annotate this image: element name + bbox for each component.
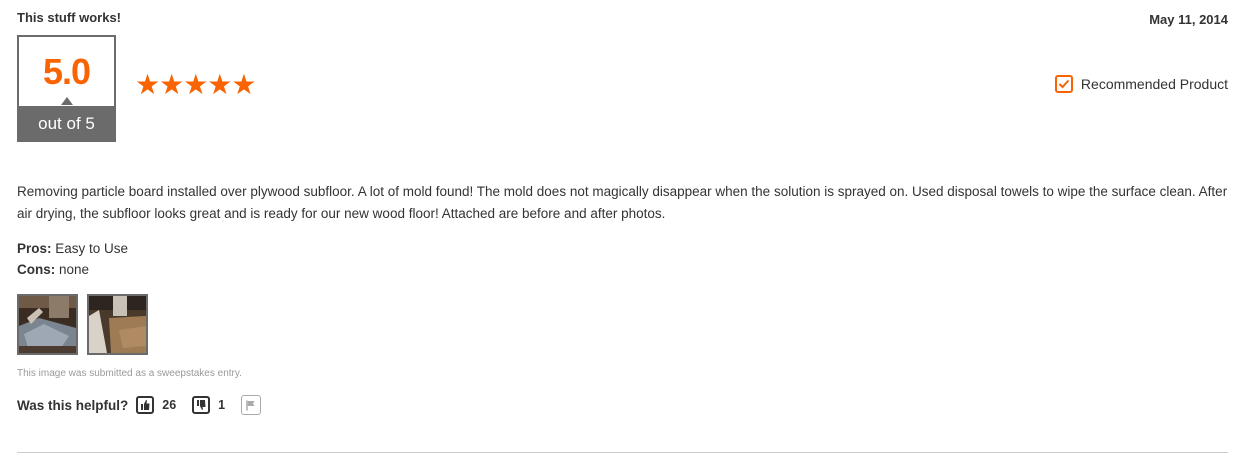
review-title: This stuff works!	[17, 10, 122, 25]
review-body: Removing particle board installed over p…	[17, 184, 1228, 221]
helpful-bar: Was this helpful? 26 1	[17, 395, 262, 415]
score-value: 5.0	[42, 51, 91, 92]
pros-cons: Pros: Easy to Use Cons: none	[17, 238, 128, 280]
thumbs-up-icon[interactable]	[136, 396, 155, 414]
sweepstakes-note: This image was submitted as a sweepstake…	[17, 368, 242, 379]
pros-value: Easy to Use	[55, 241, 129, 256]
cons-label: Cons:	[17, 262, 56, 277]
star-rating: ★★★★★	[135, 69, 257, 100]
score-caption: out of 5	[17, 106, 116, 142]
photo-thumbnail-before[interactable]	[17, 294, 78, 355]
pros-row: Pros: Easy to Use	[17, 238, 128, 259]
checkbox-check-icon	[1054, 75, 1073, 93]
review-photos	[17, 294, 148, 355]
cons-value: none	[59, 262, 90, 277]
review-date: May 11, 2014	[1149, 12, 1228, 27]
thumbs-down-icon[interactable]	[192, 396, 211, 414]
score-notch	[61, 97, 73, 105]
recommended-label: Recommended Product	[1080, 76, 1228, 92]
cons-row: Cons: none	[17, 259, 128, 280]
helpful-no-count: 1	[218, 398, 226, 412]
photo-thumbnail-after[interactable]	[87, 294, 148, 355]
helpful-label: Was this helpful?	[17, 397, 129, 413]
review-divider	[17, 452, 1228, 453]
flag-icon[interactable]	[241, 395, 262, 415]
recommended-product: Recommended Product	[1054, 75, 1228, 93]
score-badge: 5.0 out of 5	[17, 35, 116, 142]
pros-label: Pros:	[17, 241, 52, 256]
helpful-yes-count: 26	[162, 398, 177, 412]
